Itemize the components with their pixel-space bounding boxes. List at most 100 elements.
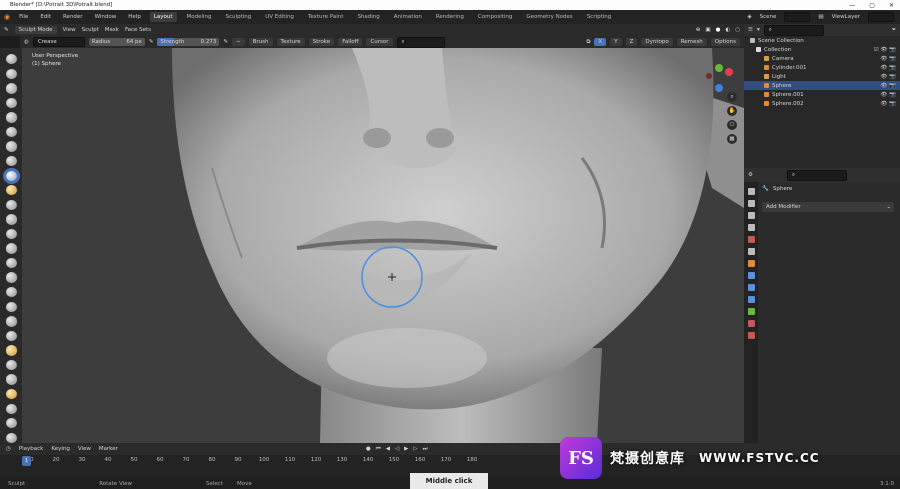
pressure-icon[interactable]: ✎ [149, 39, 154, 45]
tab-sculpting[interactable]: Sculpting [222, 12, 256, 22]
ortho-grid-icon[interactable]: ▦ [727, 134, 737, 144]
scrape-brush-icon[interactable] [5, 228, 17, 240]
crease-brush-icon[interactable] [5, 170, 17, 181]
menu-render[interactable]: Render [60, 14, 86, 20]
axis-y-toggle[interactable]: Y [610, 38, 622, 46]
multiplane-scrape-brush-icon[interactable] [5, 243, 17, 254]
menu-playback[interactable]: Playback [19, 446, 44, 452]
fill-brush-icon[interactable] [5, 214, 17, 225]
zoom-icon[interactable]: ⌕ [727, 92, 737, 102]
menu-stroke[interactable]: Stroke [308, 38, 335, 46]
tab-compositing[interactable]: Compositing [474, 12, 516, 22]
properties-editor-icon[interactable]: ⚙ [748, 172, 753, 178]
sphere-001-visibility-icon[interactable]: 👁 📷 [880, 92, 896, 98]
sphere-visibility-icon[interactable]: 👁 📷 [880, 83, 896, 89]
properties-search-input[interactable]: ⌕ [786, 169, 847, 181]
view-layer-icon[interactable]: ▤ [818, 14, 823, 20]
scene-icon[interactable]: ◈ [747, 14, 751, 20]
add-modifier-button[interactable]: Add Modifier ⌄ [762, 202, 894, 212]
data-tab-icon[interactable] [747, 308, 755, 315]
3d-viewport[interactable] [22, 48, 744, 443]
inflate-brush-icon[interactable] [5, 141, 17, 152]
object-name[interactable]: Sphere [773, 186, 792, 192]
shading-solid-icon[interactable]: ● [716, 27, 721, 33]
pose-brush-icon[interactable] [5, 330, 17, 342]
menu-file[interactable]: File [16, 14, 31, 20]
simplify-brush-icon[interactable] [5, 418, 17, 429]
remesh-menu[interactable]: Remesh [676, 38, 707, 46]
scene-name[interactable]: Scene [760, 14, 777, 20]
tab-rendering[interactable]: Rendering [432, 12, 468, 22]
play-reverse-icon[interactable]: ◁ [395, 446, 399, 453]
outliner-item-cylinder[interactable]: Cylinder.001 👁 📷 [744, 63, 900, 72]
elastic-deform-brush-icon[interactable] [5, 287, 17, 298]
direction-minus-button[interactable]: − [232, 38, 245, 46]
record-icon[interactable]: ● [366, 446, 371, 453]
jump-start-icon[interactable]: ⏮ [376, 446, 381, 453]
tab-geometry-nodes[interactable]: Geometry Nodes [522, 12, 576, 22]
thumb-brush-icon[interactable] [5, 316, 17, 327]
options-menu[interactable]: Options [710, 38, 740, 46]
radius-slider[interactable]: Radius 64 px [88, 38, 145, 46]
slide-relax-brush-icon[interactable] [5, 374, 17, 385]
shading-rendered-icon[interactable]: ○ [735, 27, 740, 33]
x-ray-icon[interactable]: ▣ [705, 27, 710, 33]
sphere-002-visibility-icon[interactable]: 👁 📷 [880, 101, 896, 107]
editor-type-icon[interactable]: ✎ [4, 27, 9, 33]
clay-thumb-brush-icon[interactable] [5, 112, 17, 123]
clay-strips-brush-icon[interactable] [5, 97, 17, 109]
menu-mask[interactable]: Mask [105, 27, 119, 33]
tab-uv-editing[interactable]: UV Editing [261, 12, 298, 22]
menu-marker[interactable]: Marker [99, 446, 118, 452]
scene-selector[interactable] [784, 12, 811, 22]
outliner-item-sphere-002[interactable]: Sphere.002 👁 📷 [744, 99, 900, 108]
close-icon[interactable]: ✕ [889, 2, 894, 9]
tab-shading[interactable]: Shading [353, 12, 383, 22]
menu-help[interactable]: Help [125, 14, 144, 20]
outliner-collection[interactable]: Collection ☑ 👁 📷 [744, 45, 900, 54]
outliner-search-input[interactable]: ⌕ [763, 24, 824, 36]
step-forward-icon[interactable]: ▷ [413, 446, 417, 453]
nudge-brush-icon[interactable] [5, 345, 17, 356]
frame-ruler[interactable]: 1020304050607080901001101201301401501601… [20, 457, 560, 466]
tab-animation[interactable]: Animation [390, 12, 426, 22]
pinch-brush-icon[interactable] [5, 257, 17, 269]
timeline-editor-icon[interactable]: ◷ [6, 446, 11, 452]
scene-tab-icon[interactable] [747, 236, 755, 243]
outliner-editor-icon[interactable]: ☰ [748, 27, 753, 33]
play-icon[interactable]: ▶ [404, 446, 408, 453]
dyntopo-toggle[interactable]: Dyntopo [641, 38, 673, 46]
draw-brush-icon[interactable] [5, 54, 17, 65]
brush-name-field[interactable]: Crease [32, 37, 85, 47]
outliner-item-sphere[interactable]: Sphere 👁 📷 [744, 81, 900, 90]
tab-scripting[interactable]: Scripting [583, 12, 615, 22]
cylinder-visibility-icon[interactable]: 👁 📷 [880, 65, 896, 71]
strength-pressure-icon[interactable]: ✎ [223, 39, 228, 45]
step-back-icon[interactable]: ◀ [386, 446, 390, 453]
boundary-brush-icon[interactable] [5, 388, 17, 400]
tab-texture-paint[interactable]: Texture Paint [304, 12, 348, 22]
tool-tab-icon[interactable] [747, 188, 755, 195]
layer-brush-icon[interactable] [5, 126, 17, 138]
tab-layout[interactable]: Layout [149, 12, 177, 22]
material-tab-icon[interactable] [747, 320, 755, 327]
search-field[interactable]: ⌕ [396, 36, 445, 48]
snake-hook-brush-icon[interactable] [5, 301, 17, 312]
outliner-item-sphere-001[interactable]: Sphere.001 👁 📷 [744, 90, 900, 99]
cloth-brush-icon[interactable] [5, 403, 17, 414]
modifier-tab-icon[interactable] [747, 272, 755, 279]
menu-texture[interactable]: Texture [276, 38, 305, 46]
minimize-icon[interactable]: — [849, 2, 855, 9]
menu-face-sets[interactable]: Face Sets [125, 27, 151, 33]
output-tab-icon[interactable] [747, 212, 755, 219]
menu-timeline-view[interactable]: View [78, 446, 91, 452]
shading-material-icon[interactable]: ◐ [725, 27, 730, 33]
blender-logo-icon[interactable]: ◉ [4, 13, 10, 21]
blob-brush-icon[interactable] [5, 155, 17, 167]
draw-sharp-brush-icon[interactable] [5, 68, 17, 79]
axis-x-toggle[interactable]: X [594, 38, 607, 46]
tab-modeling[interactable]: Modeling [183, 12, 216, 22]
axis-z-toggle[interactable]: Z [625, 38, 638, 46]
outliner-item-camera[interactable]: Camera 👁 📷 [744, 54, 900, 63]
menu-falloff[interactable]: Falloff [338, 38, 363, 46]
